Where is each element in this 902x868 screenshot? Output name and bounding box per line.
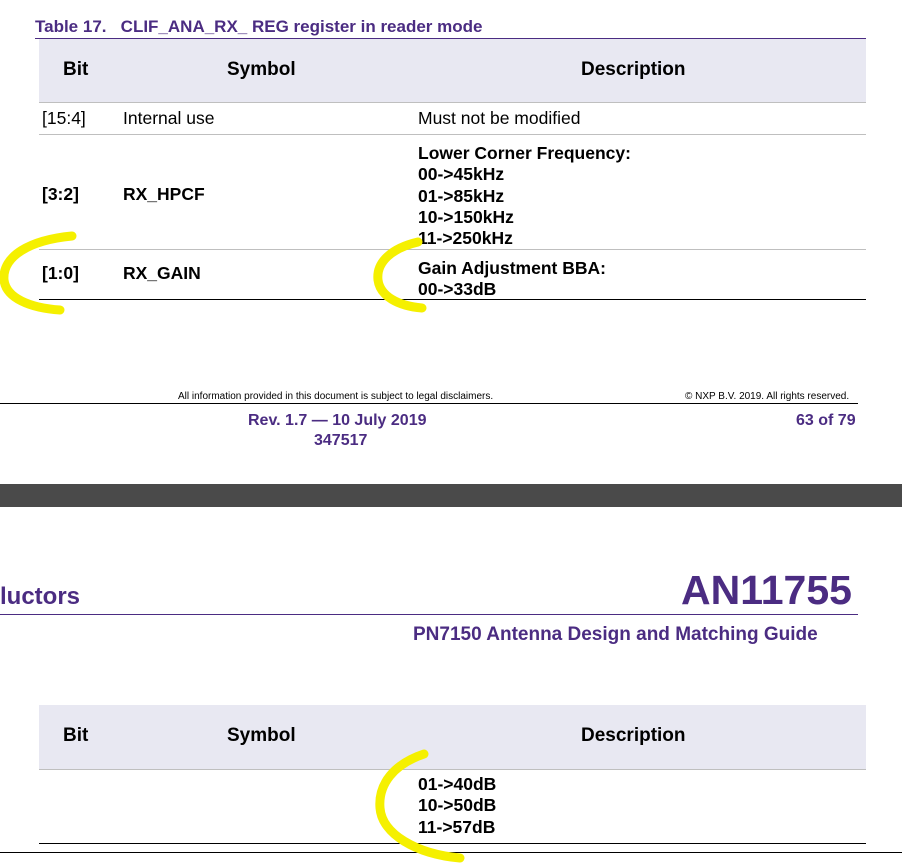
table-bottom-rule [39, 299, 866, 300]
row-symbol: Internal use [123, 108, 215, 128]
row-description: 00->45kHz [418, 164, 505, 184]
document-id: AN11755 [681, 567, 852, 613]
row-symbol: RX_GAIN [123, 263, 201, 283]
row-description: 10->150kHz [418, 207, 514, 227]
header-description: Description [581, 59, 686, 80]
revision: Rev. 1.7 — 10 July 2019 [248, 412, 427, 429]
highlight-mark [373, 237, 427, 313]
divider [39, 134, 866, 135]
highlight-mark [0, 231, 77, 315]
header-bit: Bit [63, 725, 89, 746]
row-symbol: RX_HPCF [123, 184, 205, 204]
row-bit: [3:2] [42, 184, 79, 204]
header-symbol: Symbol [227, 725, 296, 746]
page-number: 63 of 79 [796, 412, 856, 429]
highlight-mark [375, 749, 465, 863]
row-description: Gain Adjustment BBA: [418, 258, 606, 278]
company-name: luctors [0, 583, 81, 610]
footer-rule [0, 403, 858, 404]
row-description: Lower Corner Frequency: [418, 143, 631, 163]
doc-number: 347517 [314, 432, 368, 449]
divider [39, 249, 866, 250]
table-header: Bit Symbol Description [39, 39, 866, 102]
header-symbol: Symbol [227, 59, 296, 80]
header-description: Description [581, 725, 686, 746]
page-separator [0, 484, 902, 507]
divider [39, 102, 866, 103]
table-caption: Table 17. CLIF_ANA_RX_ REG register in r… [35, 17, 483, 36]
row-description: 01->85kHz [418, 186, 505, 206]
row-description: 11->250kHz [418, 228, 513, 248]
header-bit: Bit [63, 59, 89, 80]
copyright: © NXP B.V. 2019. All rights reserved. [685, 391, 850, 402]
title-rule [0, 614, 858, 615]
legal-disclaimer: All information provided in this documen… [178, 391, 494, 402]
row-bit: [15:4] [42, 108, 86, 128]
row-description: Must not be modified [418, 108, 581, 128]
document-title: PN7150 Antenna Design and Matching Guide [413, 624, 818, 645]
